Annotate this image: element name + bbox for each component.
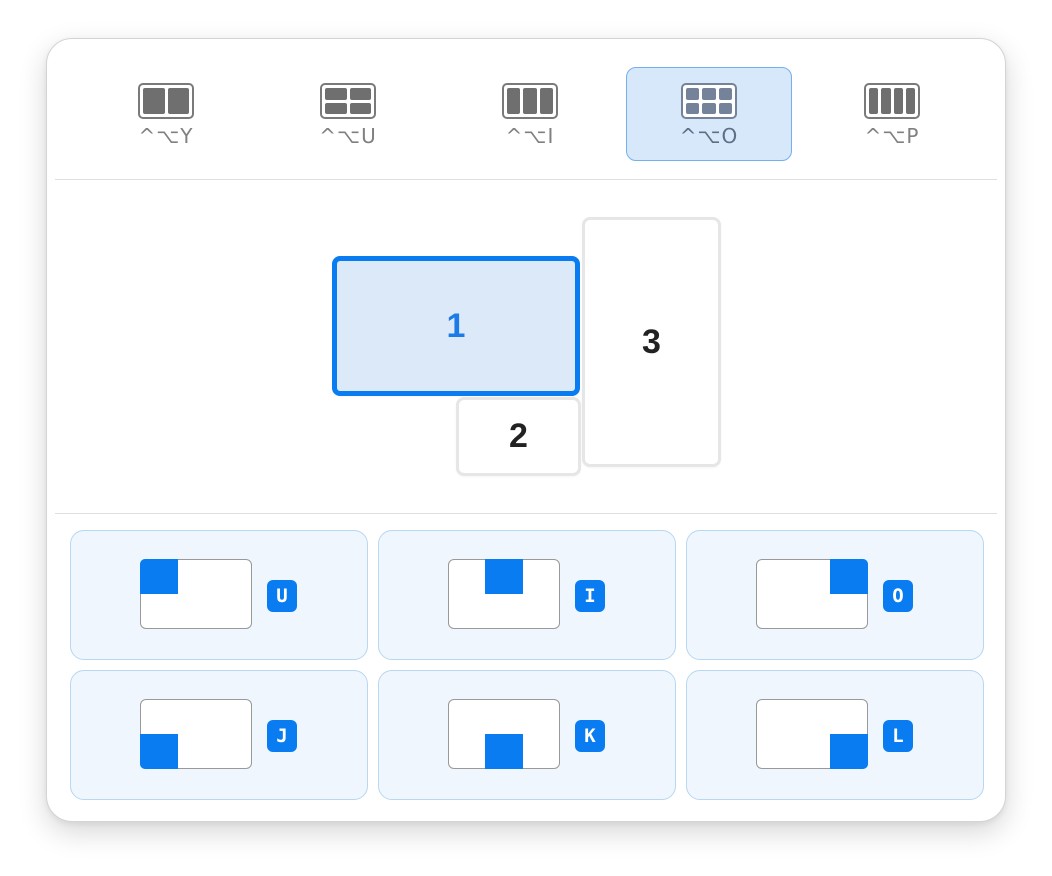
window-layout-panel: ^⌥Y ^⌥U ^⌥I ^⌥O ^⌥P 1 2 3 U I O J K L [46, 38, 1006, 822]
display-1[interactable]: 1 [332, 256, 580, 396]
screen-preview [448, 559, 560, 629]
layout-button-four-columns[interactable]: ^⌥P [809, 67, 975, 161]
layout-shortcut-label: ^⌥O [679, 124, 739, 148]
display-number: 2 [509, 417, 528, 455]
three-by-two-grid-layout-icon [681, 83, 737, 119]
window-position-indicator [485, 559, 523, 594]
two-by-two-grid-layout-icon [320, 83, 376, 119]
display-number: 3 [642, 322, 661, 361]
display-2[interactable]: 2 [456, 397, 581, 476]
shortcut-key-badge: K [575, 720, 605, 752]
window-position-indicator [830, 734, 868, 769]
three-column-layout-icon [502, 83, 558, 119]
screen-preview [140, 559, 252, 629]
window-position-indicator [140, 559, 178, 594]
layout-button-two-columns[interactable]: ^⌥Y [83, 67, 249, 161]
screen-preview [756, 699, 868, 769]
display-3[interactable]: 3 [582, 217, 721, 467]
four-column-layout-icon [864, 83, 920, 119]
shortcut-key-badge: O [883, 580, 913, 612]
layout-shortcut-label: ^⌥U [319, 124, 377, 148]
window-position-indicator [830, 559, 868, 594]
screen-preview [756, 559, 868, 629]
position-button-top-right[interactable]: O [686, 530, 984, 660]
layout-shortcut-label: ^⌥P [864, 124, 920, 148]
layout-shortcut-label: ^⌥Y [138, 124, 194, 148]
shortcut-key-badge: J [267, 720, 297, 752]
divider [55, 513, 997, 514]
screen-preview [140, 699, 252, 769]
layout-button-three-columns[interactable]: ^⌥I [447, 67, 613, 161]
position-button-bottom-right[interactable]: L [686, 670, 984, 800]
screen-preview [448, 699, 560, 769]
window-position-indicator [485, 734, 523, 769]
two-column-layout-icon [138, 83, 194, 119]
display-number: 1 [446, 306, 466, 345]
position-button-bottom-left[interactable]: J [70, 670, 368, 800]
shortcut-key-badge: U [267, 580, 297, 612]
divider [55, 179, 997, 180]
shortcut-key-badge: L [883, 720, 913, 752]
position-button-top-left[interactable]: U [70, 530, 368, 660]
position-button-top-center[interactable]: I [378, 530, 676, 660]
layout-button-two-by-two[interactable]: ^⌥U [265, 67, 431, 161]
position-button-bottom-center[interactable]: K [378, 670, 676, 800]
shortcut-key-badge: I [575, 580, 605, 612]
layout-shortcut-label: ^⌥I [505, 124, 555, 148]
layout-button-three-by-two[interactable]: ^⌥O [626, 67, 792, 161]
window-position-indicator [140, 734, 178, 769]
